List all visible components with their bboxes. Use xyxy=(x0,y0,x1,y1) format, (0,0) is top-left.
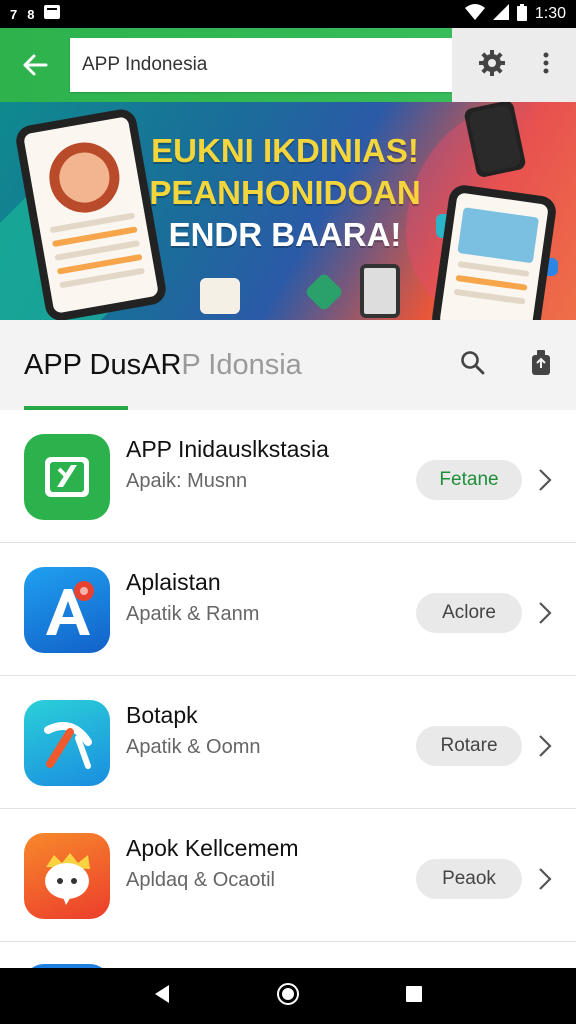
search-icon xyxy=(461,350,485,374)
settings-button[interactable] xyxy=(478,49,506,82)
section-title-light: P Idonsia xyxy=(181,348,302,381)
banner-sticker-6 xyxy=(360,264,400,318)
banner-line xyxy=(457,260,530,277)
share-button[interactable] xyxy=(530,349,552,382)
status-bar: 7 8 1:30 xyxy=(0,0,576,28)
app-subtitle: Apatik & Ranm xyxy=(126,603,260,625)
app-subtitle: Apaik: Musnn xyxy=(126,470,248,492)
app-mascot-icon xyxy=(24,833,110,919)
app-title: Botapk xyxy=(126,702,198,728)
screen: 7 8 1:30 APP Indonesia EUKNI IKDINIAS! P… xyxy=(0,0,576,1024)
app-title: Apok Kellcemem xyxy=(126,835,299,861)
banner-phone-screen xyxy=(23,116,159,314)
chevron-right-icon[interactable] xyxy=(530,726,560,766)
banner-phone-screen-2 xyxy=(439,192,549,320)
banner-phone-screen-3 xyxy=(468,104,522,174)
app-bar-actions xyxy=(452,28,576,102)
chevron-right-icon[interactable] xyxy=(530,460,560,500)
search-button[interactable] xyxy=(460,350,486,381)
promo-banner[interactable]: EUKNI IKDINIAS! PEANHONIDOAN ENDR BAARA! xyxy=(0,102,576,320)
app-bar: APP Indonesia xyxy=(0,28,576,102)
circle-home-icon xyxy=(276,982,299,1005)
triangle-back-icon xyxy=(154,984,169,1003)
app-action-button[interactable]: Peaok xyxy=(416,859,522,899)
gear-icon xyxy=(479,49,505,76)
nav-back-button[interactable] xyxy=(153,984,171,1009)
app-title: APP Inidauslkstasia xyxy=(126,436,329,462)
wifi-icon xyxy=(464,4,485,24)
signal-icon xyxy=(492,4,509,24)
chevron-right-icon[interactable] xyxy=(530,859,560,899)
share-icon xyxy=(532,349,550,375)
app-subtitle: Apatik & Oomn xyxy=(126,736,261,758)
app-title: Aplaistan xyxy=(126,569,221,595)
banner-character xyxy=(43,137,125,219)
app-action-button[interactable]: Aclore xyxy=(416,593,522,633)
list-item[interactable]: APP Inidauslkstasia Apaik: Musnn Fetane xyxy=(0,410,576,543)
list-item[interactable]: Botapk Apatik & Oomn Rotare xyxy=(0,676,576,809)
app-green-icon xyxy=(24,434,110,520)
app-action-button[interactable]: Rotare xyxy=(416,726,522,766)
banner-line-1: EUKNI IKDINIAS! xyxy=(151,132,419,169)
message-icon xyxy=(44,5,61,23)
search-input-value: APP Indonesia xyxy=(82,54,208,75)
banner-image xyxy=(457,207,540,264)
notification-icon-2: 8 xyxy=(27,6,35,22)
banner-line xyxy=(453,288,526,305)
status-left: 7 8 xyxy=(10,5,61,23)
section-actions xyxy=(460,349,576,382)
overflow-menu-button[interactable] xyxy=(542,51,550,80)
chevron-right-icon[interactable] xyxy=(530,593,560,633)
app-action-button[interactable]: Fetane xyxy=(416,460,522,500)
app-pickaxe-icon xyxy=(24,700,110,786)
more-vert-icon xyxy=(543,52,549,73)
banner-line xyxy=(455,274,528,291)
arrow-back-icon xyxy=(23,54,48,76)
banner-line-3: ENDR BAARA! xyxy=(168,216,402,253)
banner-sticker-4 xyxy=(304,272,344,312)
status-right: 1:30 xyxy=(464,3,566,25)
banner-phone-2 xyxy=(430,183,558,320)
clock: 1:30 xyxy=(534,5,566,22)
list-item[interactable]: Aplaistan Apatik & Ranm Aclore xyxy=(0,543,576,676)
app-subtitle: Apldaq & Ocaotil xyxy=(126,869,275,891)
app-a-icon xyxy=(24,567,110,653)
search-input[interactable]: APP Indonesia xyxy=(70,38,452,92)
square-recents-icon xyxy=(406,985,423,1002)
back-button[interactable] xyxy=(0,28,70,102)
notification-icon: 7 xyxy=(10,6,18,22)
section-title[interactable]: APP DusARP Idonsia xyxy=(0,349,302,382)
list-item[interactable]: Apok Kellcemem Apldaq & Ocaotil Peaok xyxy=(0,809,576,942)
section-title-dark: APP DusAR xyxy=(24,348,182,381)
banner-headline: EUKNI IKDINIAS! PEANHONIDOAN ENDR BAARA! xyxy=(140,130,430,256)
battery-icon xyxy=(516,3,527,25)
section-header: APP DusARP Idonsia xyxy=(0,320,576,410)
system-nav-bar xyxy=(0,968,576,1024)
nav-recents-button[interactable] xyxy=(405,985,423,1008)
app-list: APP Inidauslkstasia Apaik: Musnn Fetane … xyxy=(0,410,576,1024)
banner-line-2: PEANHONIDOAN xyxy=(149,174,421,211)
banner-sticker-5 xyxy=(200,278,240,314)
nav-home-button[interactable] xyxy=(276,982,300,1011)
